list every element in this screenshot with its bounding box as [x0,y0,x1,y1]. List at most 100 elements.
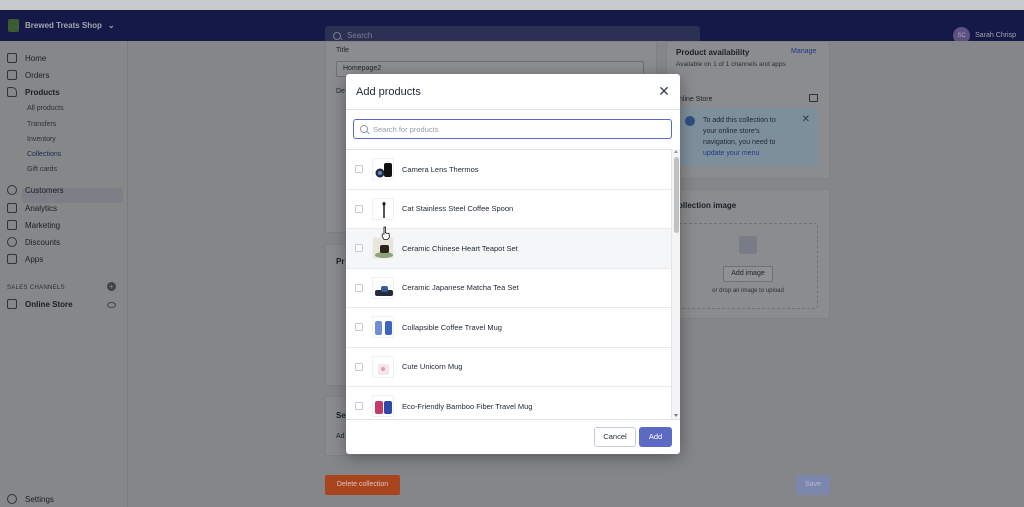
close-icon[interactable]: ✕ [657,84,671,98]
home-icon [7,53,17,63]
product-thumbnail [372,276,394,299]
product-name: Cat Stainless Steel Coffee Spoon [402,204,514,214]
delete-collection-button[interactable]: Delete collection [325,475,400,495]
scroll-up-icon[interactable] [674,150,678,153]
product-search-input[interactable] [373,124,663,134]
info-icon [685,116,695,126]
product-list-scrollbar[interactable] [671,149,680,419]
product-name: Camera Lens Thermos [402,164,479,174]
orders-icon [7,70,17,80]
product-thumbnail [372,395,394,418]
sidebar-item-online-store[interactable]: Online Store [7,299,73,309]
sidebar-item-label: Online Store [25,299,73,309]
sidebar-item-label: Settings [25,494,54,504]
sidebar-subitem-all-products[interactable]: All products [27,105,64,112]
seo-card-title: Se [336,411,346,420]
product-thumbnail [372,355,394,378]
hand-cursor-icon [381,226,390,240]
product-list: Camera Lens Thermos Cat Stainless Steel … [346,149,671,419]
product-checkbox[interactable] [355,204,363,213]
add-products-modal: Add products ✕ Camera Lens Thermos Cat S… [346,74,680,454]
products-card-title: Pr [336,257,345,266]
scroll-down-icon[interactable] [674,414,678,417]
sidebar-item-label: Discounts [25,237,61,247]
image-card-title: ollection image [678,201,737,210]
sidebar-item-label: Products [25,87,60,97]
browser-top-strip [0,0,1024,10]
person-icon [7,185,17,195]
apps-icon [7,254,17,264]
list-item[interactable]: Eco-Friendly Bamboo Fiber Travel Mug [346,387,671,419]
product-checkbox[interactable] [355,283,363,292]
sidebar-item-orders[interactable]: Orders [7,70,49,80]
list-item[interactable]: Cat Stainless Steel Coffee Spoon [346,190,671,229]
update-menu-link[interactable]: update your menu [703,150,759,157]
list-item[interactable]: Cute Unicorn Mug [346,348,671,387]
product-search-field[interactable] [353,119,672,139]
topbar-dim-overlay [0,10,1024,41]
list-item[interactable]: Camera Lens Thermos [346,150,671,190]
sidebar-item-label: Orders [25,70,50,80]
list-item[interactable]: Ceramic Chinese Heart Teapot Set [346,229,671,269]
product-name: Cute Unicorn Mug [402,362,463,372]
chart-icon [7,203,17,213]
sidebar: Home Orders Products All products Transf… [0,41,128,507]
product-checkbox[interactable] [355,165,363,174]
sidebar-item-marketing[interactable]: Marketing [7,220,60,230]
sidebar-item-home[interactable]: Home [7,53,46,63]
manage-availability-link[interactable]: Manage [791,48,816,55]
sidebar-item-label: Apps [25,254,44,264]
add-channel-plus-icon[interactable]: + [107,282,116,291]
add-image-button[interactable]: Add image [723,266,773,282]
sidebar-subitem-gift-cards[interactable]: Gift cards [27,166,57,173]
product-checkbox[interactable] [355,244,363,253]
list-item[interactable]: Collapsible Coffee Travel Mug [346,308,671,348]
gear-icon [7,494,17,504]
product-checkbox[interactable] [355,402,363,411]
product-name: Ceramic Japanese Matcha Tea Set [402,283,519,293]
availability-title: Product availability [676,48,750,57]
product-name: Collapsible Coffee Travel Mug [402,322,502,332]
add-button[interactable]: Add [639,427,672,447]
sidebar-item-discounts[interactable]: Discounts [7,237,60,247]
view-eye-icon[interactable] [107,302,116,308]
product-thumbnail [372,158,394,181]
sidebar-item-customers[interactable]: Customers [7,185,64,195]
scrollbar-thumb[interactable] [674,157,679,233]
sidebar-item-analytics[interactable]: Analytics [7,203,57,213]
sidebar-item-label: Marketing [25,220,61,230]
megaphone-icon [7,220,17,230]
sidebar-subitem-collections[interactable]: Collections [27,151,61,158]
sidebar-item-label: Home [25,53,47,63]
sidebar-item-label: Customers [25,185,64,195]
image-dropzone[interactable]: Add image or drop an image to upload [676,223,818,309]
product-checkbox[interactable] [355,323,363,332]
availability-subtitle: Available on 1 of 1 channels and apps [676,61,786,68]
info-text-wrapper: To add this collection to your online st… [703,115,788,159]
modal-header: Add products ✕ [346,74,680,110]
drop-hint: or drop an image to upload [712,288,784,294]
cancel-button[interactable]: Cancel [594,427,636,447]
seo-card-subtitle: Ad [336,433,345,440]
product-thumbnail [372,197,394,220]
online-store-channel: nline Store [679,96,713,103]
store-icon [7,299,17,309]
sales-channels-heading: SALES CHANNELS [7,285,65,291]
sidebar-item-products[interactable]: Products [7,87,60,97]
product-thumbnail [372,237,394,260]
list-item[interactable]: Ceramic Japanese Matcha Tea Set [346,269,671,308]
search-icon [360,125,368,133]
calendar-icon [809,94,818,102]
product-name: Eco-Friendly Bamboo Fiber Travel Mug [402,401,533,411]
sidebar-subitem-inventory[interactable]: Inventory [27,136,56,143]
sidebar-item-apps[interactable]: Apps [7,254,43,264]
save-button[interactable]: Save [796,475,830,495]
navigation-info-banner: To add this collection to your online st… [676,108,818,166]
sidebar-subitem-transfers[interactable]: Transfers [27,121,56,128]
close-icon[interactable]: ✕ [802,114,810,125]
sidebar-item-settings[interactable]: Settings [7,494,54,504]
description-label: De [336,88,345,95]
image-placeholder-icon [739,236,757,254]
tag-icon [7,87,17,97]
product-checkbox[interactable] [355,362,363,371]
